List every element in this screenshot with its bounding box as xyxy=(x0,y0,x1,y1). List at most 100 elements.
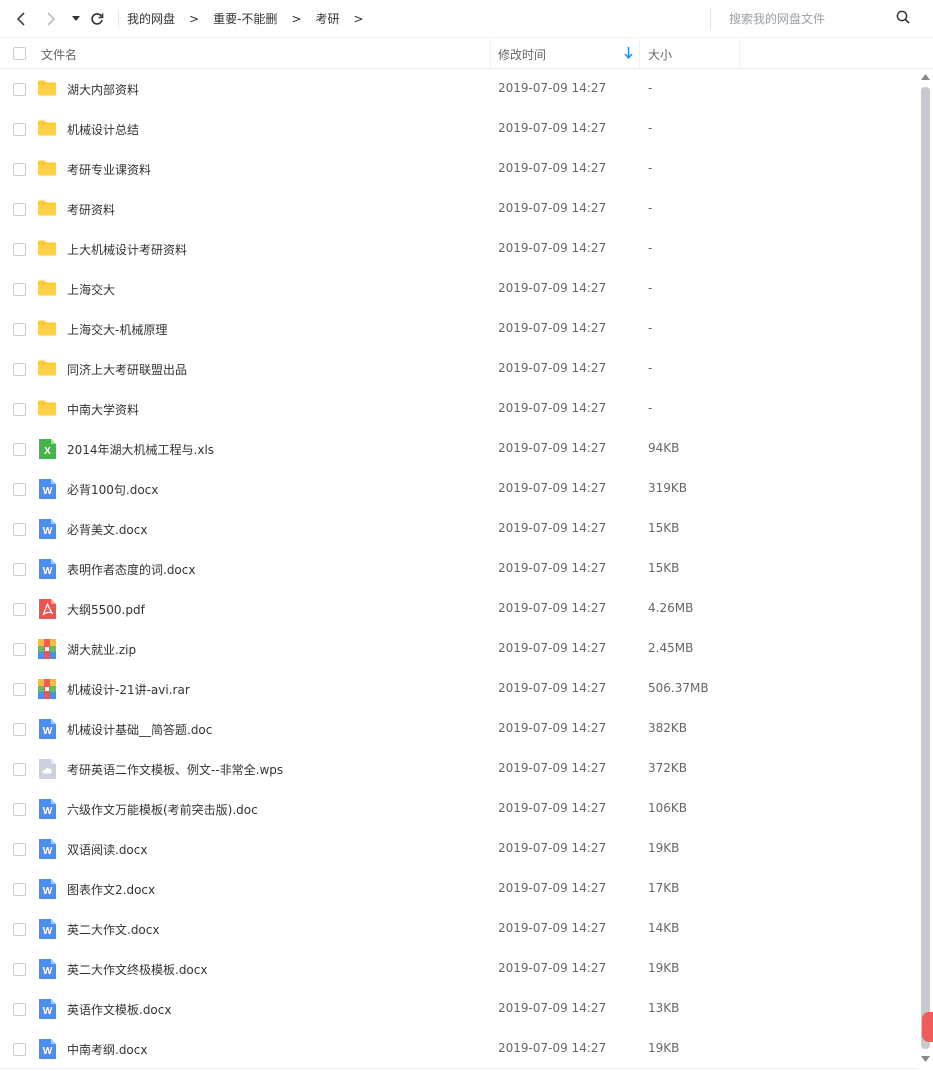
file-row[interactable]: 上海交大-机械原理 2019-07-09 14:27 - xyxy=(0,309,918,349)
search-button[interactable] xyxy=(896,10,914,28)
file-name[interactable]: 同济上大考研联盟出品 xyxy=(67,361,187,378)
folder-icon xyxy=(37,118,57,138)
side-float-tab[interactable] xyxy=(922,1012,933,1042)
history-dropdown-button[interactable] xyxy=(68,6,84,32)
file-row[interactable]: W 机械设计基础__简答题.doc 2019-07-09 14:27 382KB xyxy=(0,709,918,749)
row-checkbox[interactable] xyxy=(13,283,26,296)
file-row[interactable]: W 表明作者态度的词.docx 2019-07-09 14:27 15KB xyxy=(0,549,918,589)
file-row[interactable]: 考研资料 2019-07-09 14:27 - xyxy=(0,189,918,229)
row-checkbox[interactable] xyxy=(13,803,26,816)
row-checkbox[interactable] xyxy=(13,923,26,936)
file-name[interactable]: 表明作者态度的词.docx xyxy=(67,561,195,578)
sort-descending-icon[interactable] xyxy=(624,47,633,59)
file-name[interactable]: 英二大作文.docx xyxy=(67,921,159,938)
file-name[interactable]: 机械设计-21讲-avi.rar xyxy=(67,681,190,698)
row-checkbox[interactable] xyxy=(13,123,26,136)
row-checkbox[interactable] xyxy=(13,203,26,216)
forward-button[interactable] xyxy=(38,6,64,32)
select-all-checkbox[interactable] xyxy=(13,47,26,60)
file-name[interactable]: 六级作文万能模板(考前突击版).doc xyxy=(67,801,258,818)
row-checkbox[interactable] xyxy=(13,643,26,656)
row-checkbox[interactable] xyxy=(13,323,26,336)
file-name[interactable]: 大纲5500.pdf xyxy=(67,601,145,618)
file-name[interactable]: 英语作文模板.docx xyxy=(67,1001,171,1018)
back-button[interactable] xyxy=(8,6,34,32)
file-size: 15KB xyxy=(648,521,680,535)
breadcrumb-item-kaoyan[interactable]: 考研 xyxy=(315,10,339,27)
column-header-time[interactable]: 修改时间 xyxy=(498,46,546,63)
column-header-name[interactable]: 文件名 xyxy=(41,46,77,63)
file-name[interactable]: 机械设计基础__简答题.doc xyxy=(67,721,212,738)
row-checkbox[interactable] xyxy=(13,1043,26,1056)
row-checkbox[interactable] xyxy=(13,443,26,456)
file-row[interactable]: 考研专业课资料 2019-07-09 14:27 - xyxy=(0,149,918,189)
file-row[interactable]: W 必背100句.docx 2019-07-09 14:27 319KB xyxy=(0,469,918,509)
scrollbar-thumb[interactable] xyxy=(921,87,930,1049)
file-row[interactable]: 湖大内部资料 2019-07-09 14:27 - xyxy=(0,69,918,109)
file-row[interactable]: 上海交大 2019-07-09 14:27 - xyxy=(0,269,918,309)
file-name[interactable]: 上大机械设计考研资料 xyxy=(67,241,187,258)
file-name[interactable]: 湖大就业.zip xyxy=(67,641,136,658)
row-checkbox[interactable] xyxy=(13,83,26,96)
file-name[interactable]: 上海交大-机械原理 xyxy=(67,321,167,338)
row-checkbox[interactable] xyxy=(13,483,26,496)
row-checkbox[interactable] xyxy=(13,963,26,976)
file-name[interactable]: 中南大学资料 xyxy=(67,401,139,418)
scroll-up-arrow-icon[interactable] xyxy=(921,73,930,81)
row-checkbox[interactable] xyxy=(13,243,26,256)
file-row[interactable]: W 英二大作文.docx 2019-07-09 14:27 14KB xyxy=(0,909,918,949)
file-name[interactable]: 必背美文.docx xyxy=(67,521,147,538)
row-checkbox[interactable] xyxy=(13,363,26,376)
breadcrumb-item-root[interactable]: 我的网盘 xyxy=(127,10,175,27)
file-row[interactable]: W 图表作文2.docx 2019-07-09 14:27 17KB xyxy=(0,869,918,909)
file-row[interactable]: W 必背美文.docx 2019-07-09 14:27 15KB xyxy=(0,509,918,549)
file-row[interactable]: W 中南考纲.docx 2019-07-09 14:27 19KB xyxy=(0,1029,918,1069)
file-row[interactable]: 同济上大考研联盟出品 2019-07-09 14:27 - xyxy=(0,349,918,389)
file-row[interactable]: 大纲5500.pdf 2019-07-09 14:27 4.26MB xyxy=(0,589,918,629)
file-row[interactable]: W 英语作文模板.docx 2019-07-09 14:27 13KB xyxy=(0,989,918,1029)
row-checkbox[interactable] xyxy=(13,1003,26,1016)
row-checkbox[interactable] xyxy=(13,523,26,536)
row-checkbox[interactable] xyxy=(13,763,26,776)
file-name[interactable]: 上海交大 xyxy=(67,281,115,298)
file-name[interactable]: 2014年湖大机械工程与.xls xyxy=(67,441,214,458)
column-header-size[interactable]: 大小 xyxy=(648,46,672,63)
file-name[interactable]: 英二大作文终极模板.docx xyxy=(67,961,207,978)
search-input[interactable] xyxy=(729,12,899,26)
row-checkbox[interactable] xyxy=(13,883,26,896)
file-row[interactable]: W 双语阅读.docx 2019-07-09 14:27 19KB xyxy=(0,829,918,869)
file-name[interactable]: 湖大内部资料 xyxy=(67,81,139,98)
file-name[interactable]: 考研英语二作文模板、例文--非常全.wps xyxy=(67,761,283,778)
row-checkbox[interactable] xyxy=(13,403,26,416)
row-checkbox[interactable] xyxy=(13,683,26,696)
scroll-down-arrow-icon[interactable] xyxy=(921,1055,930,1063)
file-row[interactable]: 中南大学资料 2019-07-09 14:27 - xyxy=(0,389,918,429)
refresh-button[interactable] xyxy=(84,6,110,32)
file-name[interactable]: 考研专业课资料 xyxy=(67,161,151,178)
file-row[interactable]: X 2014年湖大机械工程与.xls 2019-07-09 14:27 94KB xyxy=(0,429,918,469)
row-checkbox[interactable] xyxy=(13,163,26,176)
svg-text:W: W xyxy=(43,1046,53,1057)
file-row[interactable]: 机械设计-21讲-avi.rar 2019-07-09 14:27 506.37MB xyxy=(0,669,918,709)
row-checkbox[interactable] xyxy=(13,723,26,736)
row-checkbox[interactable] xyxy=(13,843,26,856)
file-row[interactable]: 机械设计总结 2019-07-09 14:27 - xyxy=(0,109,918,149)
file-row[interactable]: W 六级作文万能模板(考前突击版).doc 2019-07-09 14:27 106K… xyxy=(0,789,918,829)
file-row[interactable]: 湖大就业.zip 2019-07-09 14:27 2.45MB xyxy=(0,629,918,669)
file-name[interactable]: 中南考纲.docx xyxy=(67,1041,147,1058)
row-checkbox[interactable] xyxy=(13,603,26,616)
file-name[interactable]: 图表作文2.docx xyxy=(67,881,155,898)
file-size: - xyxy=(648,81,653,95)
row-checkbox[interactable] xyxy=(13,563,26,576)
word-icon: W xyxy=(37,918,57,939)
file-name[interactable]: 双语阅读.docx xyxy=(67,841,147,858)
breadcrumb-item-important[interactable]: 重要-不能删 xyxy=(213,10,277,27)
file-name[interactable]: 考研资料 xyxy=(67,201,115,218)
scrollbar[interactable] xyxy=(918,69,933,1069)
file-row[interactable]: 考研英语二作文模板、例文--非常全.wps 2019-07-09 14:27 372… xyxy=(0,749,918,789)
file-row[interactable]: W 英二大作文终极模板.docx 2019-07-09 14:27 19KB xyxy=(0,949,918,989)
file-row[interactable]: 上大机械设计考研资料 2019-07-09 14:27 - xyxy=(0,229,918,269)
excel-icon: X xyxy=(37,438,57,459)
file-name[interactable]: 机械设计总结 xyxy=(67,121,139,138)
file-name[interactable]: 必背100句.docx xyxy=(67,481,158,498)
